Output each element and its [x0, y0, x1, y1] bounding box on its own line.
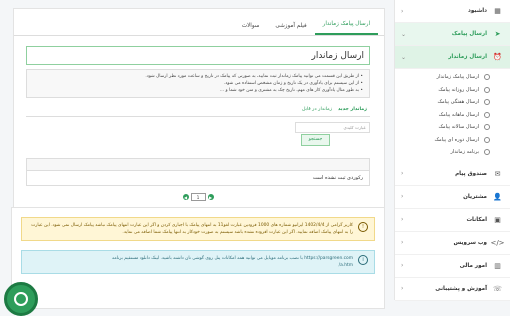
search-input[interactable]: عبارت کلیدی	[295, 122, 370, 133]
sidebar-item-customers[interactable]: 👤 مشتریان ‹	[395, 186, 510, 209]
submenu-item[interactable]: ارسال روزانه پیامک	[395, 84, 510, 97]
sidebar-item-label: صندوق پیام	[455, 170, 487, 177]
sidebar: ▦ داشبود ‹ ➤ ارسال پیامک ⌄ ⏰ ارسال زماند…	[394, 0, 510, 301]
warning-alert: ! کاربر گرامی از 1402/4/4 ایرانیو شماره …	[21, 217, 375, 241]
chevron-left-icon: ‹	[401, 7, 404, 15]
sidebar-item-label: داشبود	[468, 8, 487, 14]
chevron-down-icon: ⌄	[401, 53, 407, 61]
notice-panel: ! کاربر گرامی از 1402/4/4 ایرانیو شماره …	[11, 207, 385, 309]
clock-icon	[484, 74, 490, 81]
chat-support-button[interactable]	[4, 282, 38, 316]
info-text: https://parsgreen.com با نصب برنامه موبا…	[112, 255, 353, 269]
tab-scheduled-sms[interactable]: ارسال پیامک زماندار	[314, 21, 378, 35]
code-icon: </>	[490, 238, 505, 247]
info-icon: i	[358, 255, 368, 265]
sidebar-item-finance[interactable]: ▥ امور مالی ‹	[395, 255, 510, 278]
submenu-label: ارسال سالانه پیامک	[438, 124, 479, 131]
sidebar-item-features[interactable]: ▣ امکانات ‹	[395, 209, 510, 232]
tab-faq[interactable]: سوالات	[234, 23, 268, 35]
chevron-left-icon: ‹	[401, 239, 404, 246]
apps-icon: ▣	[494, 215, 501, 224]
chart-icon: ▥	[494, 261, 501, 270]
sidebar-item-label: امور مالی	[459, 262, 487, 269]
sidebar-item-label: آموزش و پشتیبانی	[435, 285, 487, 292]
sidebar-item-label: امکانات	[466, 216, 487, 223]
support-icon: ☏	[493, 284, 502, 293]
filter-tabs: زماندار جدید زماندار در قابل	[26, 107, 370, 117]
submenu-item[interactable]: ارسال دوره ای پیامک	[395, 134, 510, 147]
clock-icon	[484, 136, 490, 143]
clock-icon	[484, 111, 490, 118]
empty-message: رکوردی ثبت نشده است	[312, 175, 363, 181]
user-icon: 👤	[493, 192, 502, 201]
results-table: رکوردی ثبت نشده است	[26, 158, 370, 186]
submenu-item[interactable]: ارسال پیامک زماندار	[395, 71, 510, 84]
clock-icon	[484, 86, 490, 93]
sidebar-item-label: ارسال پیامک	[451, 31, 487, 37]
info-line: از طریق این قسمت می توانید پیامک زماندار…	[33, 73, 363, 80]
inbox-icon: ✉	[494, 169, 501, 178]
alarm-clock-icon: ⏰	[493, 53, 502, 61]
page-title: ارسال زماندار	[26, 46, 370, 65]
table-header	[27, 159, 369, 171]
tab-bar: ارسال پیامک زماندار فیلم آموزشی سوالات	[14, 9, 384, 36]
main-panel: ارسال پیامک زماندار فیلم آموزشی سوالات ا…	[13, 8, 385, 215]
sidebar-item-webservice[interactable]: </> وب سرویس ‹	[395, 232, 510, 255]
search-row: عبارت کلیدی	[26, 122, 370, 133]
filter-tab-editable[interactable]: زماندار در قابل	[299, 107, 335, 116]
submenu-item[interactable]: ارسال ماهانه پیامک	[395, 109, 510, 122]
sidebar-item-label: ارسال زماندار	[448, 54, 487, 60]
submenu-label: ارسال روزانه پیامک	[438, 86, 479, 93]
sidebar-item-inbox[interactable]: ✉ صندوق پیام ‹	[395, 163, 510, 186]
tab-tutorial-video[interactable]: فیلم آموزشی	[267, 23, 314, 35]
info-box: از طریق این قسمت می توانید پیامک زماندار…	[26, 69, 370, 98]
chevron-left-icon: ‹	[401, 193, 404, 200]
next-page-button[interactable]: ▶	[207, 194, 214, 200]
sidebar-item-scheduled[interactable]: ⏰ ارسال زماندار ⌄	[395, 46, 510, 69]
pagination: ◀ 1 ▶	[26, 190, 370, 204]
sidebar-item-label: وب سرویس	[453, 239, 487, 246]
clock-icon	[484, 149, 490, 156]
submenu-label: ارسال دوره ای پیامک	[434, 136, 479, 143]
submenu-label: ارسال پیامک زماندار	[436, 74, 479, 81]
submenu-label: ارسال هفتگی پیامک	[437, 99, 479, 106]
info-line: به طور مثال یادآوری کار های مهم، تاریخ چ…	[33, 87, 363, 94]
page-number-input[interactable]: 1	[190, 193, 206, 201]
submenu-label: ارسال ماهانه پیامک	[438, 111, 479, 118]
sidebar-item-send-sms[interactable]: ➤ ارسال پیامک ⌄	[395, 23, 510, 46]
sidebar-submenu: ارسال پیامک زماندار ارسال روزانه پیامک ا…	[395, 69, 510, 163]
submenu-label: برنامه زماندار	[450, 149, 479, 156]
chevron-left-icon: ‹	[401, 285, 404, 292]
prev-page-button[interactable]: ◀	[182, 194, 189, 200]
send-icon: ➤	[494, 30, 501, 38]
clock-icon	[484, 99, 490, 106]
tab-content: ارسال زماندار از طریق این قسمت می توانید…	[14, 36, 384, 214]
search-button-row: جستجو	[26, 133, 370, 146]
info-alert: i https://parsgreen.com با نصب برنامه مو…	[21, 250, 375, 274]
sidebar-item-label: مشتریان	[463, 193, 487, 200]
warning-icon: !	[358, 222, 368, 232]
info-text-body: https://parsgreen.com با نصب برنامه موبا…	[111, 256, 353, 261]
chevron-left-icon: ‹	[401, 262, 404, 269]
info-line: از این سیستم برای یادآوری در یک تاریخ و …	[33, 80, 363, 87]
submenu-item[interactable]: برنامه زماندار	[395, 146, 510, 159]
clock-icon	[484, 124, 490, 131]
sidebar-item-dashboard[interactable]: ▦ داشبود ‹	[395, 0, 510, 23]
sidebar-item-support[interactable]: ☏ آموزش و پشتیبانی ‹	[395, 278, 510, 301]
grid-icon: ▦	[494, 7, 501, 15]
warning-text: کاربر گرامی از 1402/4/4 ایرانیو شماره ها…	[31, 223, 353, 235]
app-download-link[interactable]: a.htm/	[339, 263, 353, 268]
content-card: ارسال پیامک زماندار فیلم آموزشی سوالات ا…	[13, 8, 385, 215]
filter-tab-new[interactable]: زماندار جدید	[335, 107, 370, 116]
chevron-left-icon: ‹	[401, 216, 404, 223]
submenu-item[interactable]: ارسال هفتگی پیامک	[395, 96, 510, 109]
chevron-left-icon: ‹	[401, 170, 404, 177]
submenu-item[interactable]: ارسال سالانه پیامک	[395, 121, 510, 134]
chevron-down-icon: ⌄	[401, 30, 407, 38]
search-button[interactable]: جستجو	[301, 133, 330, 146]
